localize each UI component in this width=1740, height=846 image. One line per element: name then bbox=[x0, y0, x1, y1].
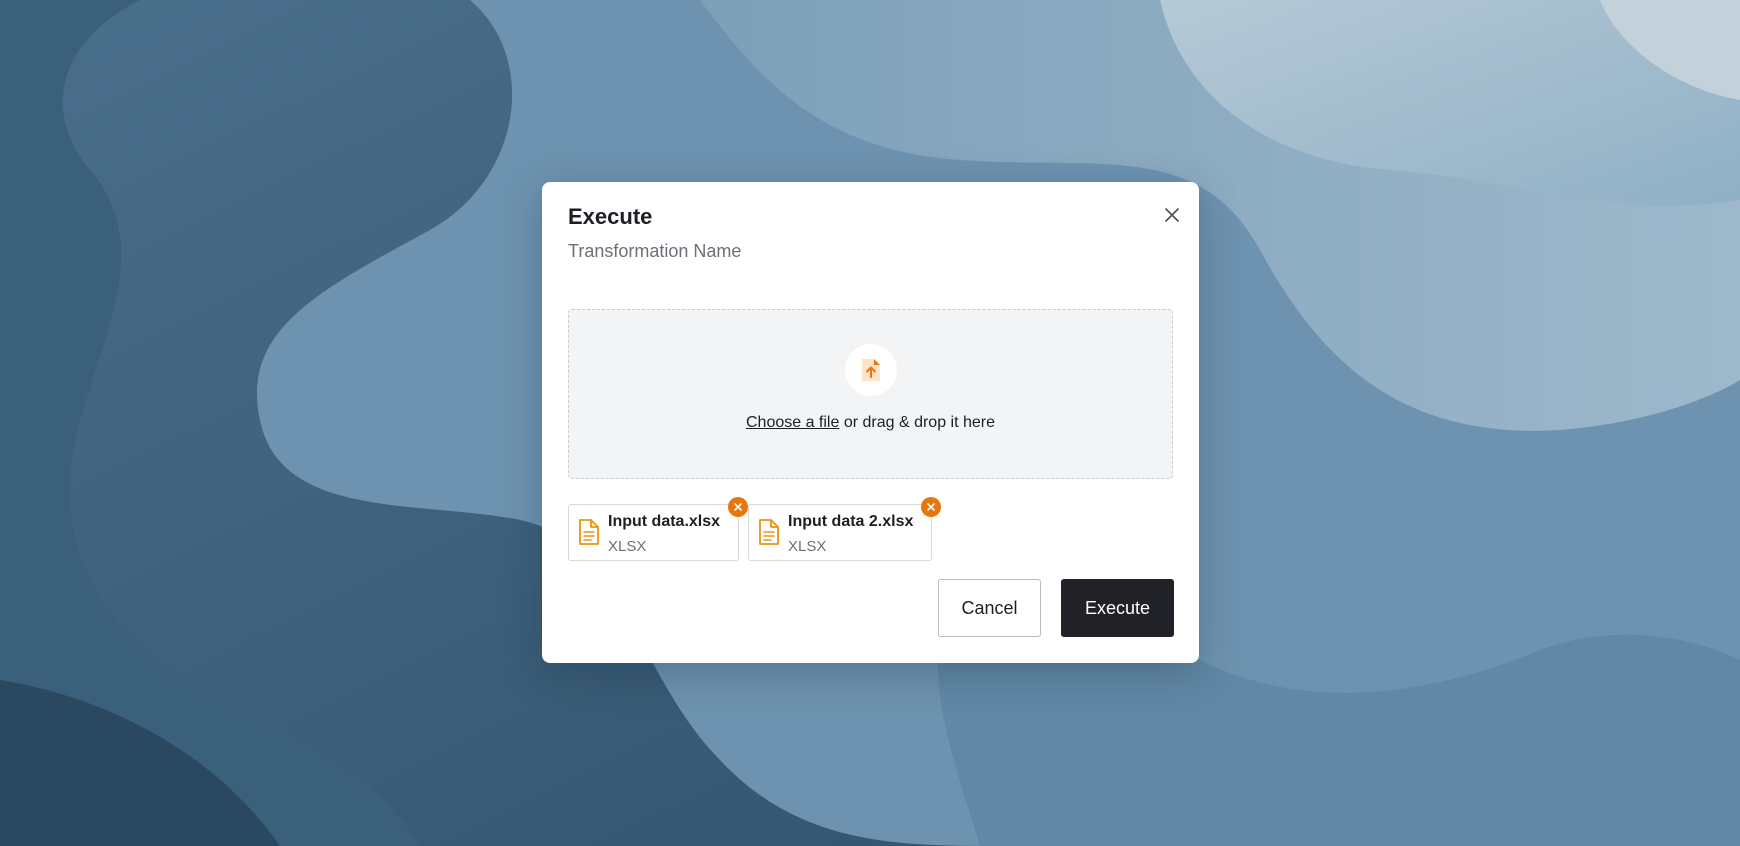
remove-file-button[interactable] bbox=[728, 497, 748, 517]
file-dropzone[interactable]: Choose a file or drag & drop it here bbox=[568, 309, 1173, 479]
file-type: XLSX bbox=[608, 538, 647, 555]
dialog-title: Execute bbox=[568, 204, 653, 229]
file-upload-icon bbox=[862, 359, 880, 381]
close-icon bbox=[1165, 208, 1179, 222]
execute-button[interactable]: Execute bbox=[1061, 579, 1174, 637]
file-card: Input data 2.xlsx XLSX bbox=[748, 497, 941, 561]
choose-file-link[interactable]: Choose a file bbox=[746, 414, 839, 431]
remove-icon bbox=[734, 503, 742, 511]
file-name: Input data 2.xlsx bbox=[788, 513, 914, 530]
file-name: Input data.xlsx bbox=[608, 513, 721, 530]
dialog-subtitle: Transformation Name bbox=[568, 241, 742, 261]
file-type: XLSX bbox=[788, 538, 827, 555]
upload-icon-circle bbox=[845, 344, 897, 396]
execute-dialog: Execute Transformation Name Choose a fil… bbox=[542, 182, 1199, 663]
remove-file-button[interactable] bbox=[921, 497, 941, 517]
file-card: Input data.xlsx XLSX bbox=[568, 497, 748, 561]
close-button[interactable] bbox=[1161, 204, 1183, 226]
dropzone-instructions: Choose a file or drag & drop it here bbox=[569, 414, 1172, 432]
drag-drop-text: or drag & drop it here bbox=[839, 414, 996, 431]
cancel-button[interactable]: Cancel bbox=[938, 579, 1041, 637]
document-icon bbox=[759, 519, 779, 545]
document-icon bbox=[579, 519, 599, 545]
remove-icon bbox=[927, 503, 935, 511]
